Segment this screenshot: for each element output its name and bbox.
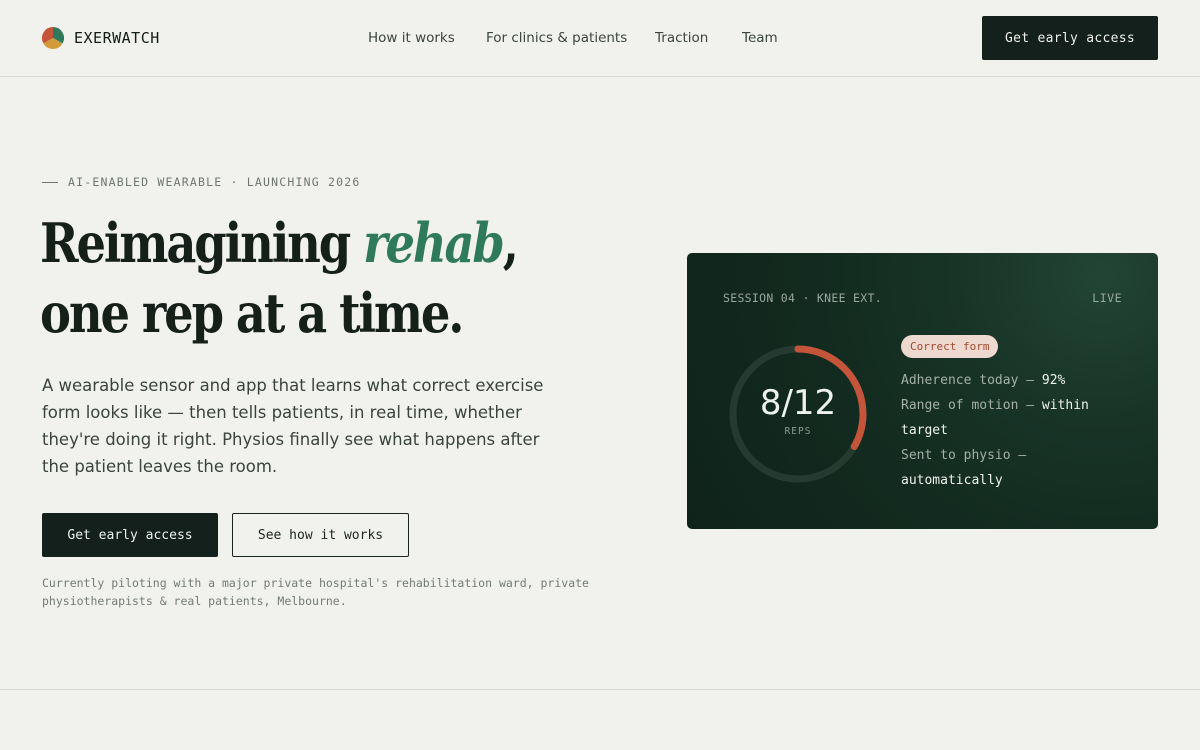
nav-link-how-it-works[interactable]: How it works [368, 29, 455, 47]
reps-label: REPS [784, 426, 812, 437]
headline-accent: rehab [363, 211, 505, 275]
headline-pre: Reimagining [40, 211, 364, 275]
hero-get-early-access-button[interactable]: Get early access [42, 513, 218, 557]
stat-sent-to-physio: Sent to physio — automatically [901, 443, 1131, 493]
stat-label: Sent to physio — [901, 448, 1027, 463]
stat-value: automatically [901, 473, 1003, 488]
hero-see-how-it-works-button[interactable]: See how it works [232, 513, 409, 557]
stat-adherence: Adherence today — 92% [901, 368, 1131, 393]
stat-value: 92% [1041, 373, 1066, 388]
nav-link-traction[interactable]: Traction [655, 29, 708, 47]
session-title: SESSION 04 · KNEE EXT. [723, 291, 882, 305]
eyebrow-dash [42, 181, 58, 183]
exerwatch-logo-icon [42, 27, 64, 49]
nav-link-clinics-patients[interactable]: For clinics & patients [486, 29, 627, 47]
pilot-note: Currently piloting with a major private … [42, 576, 589, 608]
stat-label: Range of motion — [901, 398, 1042, 413]
live-indicator: LIVE [1092, 291, 1122, 305]
stat-range-of-motion: Range of motion — within target [901, 393, 1131, 443]
hero-headline: Reimagining rehab, one rep at a time. [40, 208, 556, 348]
session-card: SESSION 04 · KNEE EXT. LIVE 8/12 REPS Co… [687, 253, 1158, 529]
brand[interactable]: EXERWATCH [42, 27, 160, 49]
hero-lead: A wearable sensor and app that learns wh… [42, 376, 544, 476]
session-stats: Adherence today — 92% Range of motion — … [901, 368, 1131, 493]
top-nav: EXERWATCH How it works For clinics & pat… [0, 0, 1200, 77]
reps-count: 8/12 [759, 383, 837, 423]
section-divider [0, 689, 1200, 690]
eyebrow-text: AI-ENABLED WEARABLE · LAUNCHING 2026 [68, 175, 361, 189]
form-status-badge: Correct form [901, 335, 999, 358]
hero-eyebrow: AI-ENABLED WEARABLE · LAUNCHING 2026 [42, 175, 360, 189]
stat-label: Adherence today — [901, 373, 1042, 388]
nav-get-early-access-button[interactable]: Get early access [982, 16, 1158, 60]
nav-link-team[interactable]: Team [742, 29, 778, 47]
brand-name: EXERWATCH [74, 29, 160, 47]
